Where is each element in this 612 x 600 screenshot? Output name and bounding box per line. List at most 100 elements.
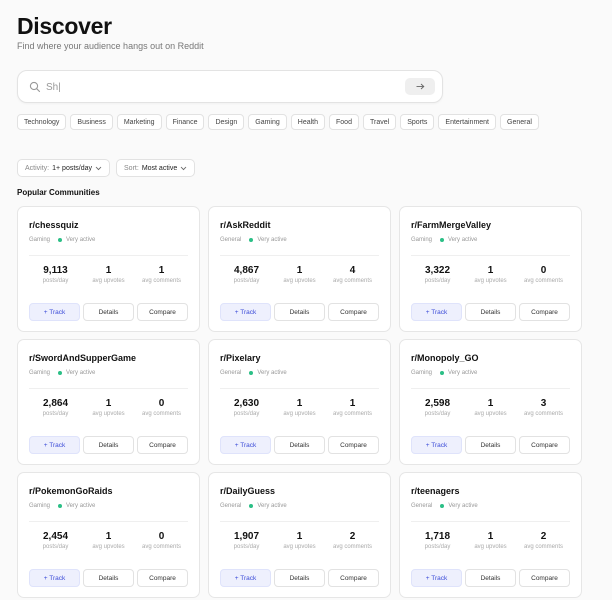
details-button[interactable]: Details (465, 303, 516, 321)
community-card: r/PokemonGoRaids Gaming Very active 2,454… (17, 472, 200, 598)
category-chip-sports[interactable]: Sports (400, 114, 435, 130)
category-chip-travel[interactable]: Travel (362, 114, 397, 130)
track-button[interactable]: + Track (29, 436, 80, 454)
compare-button[interactable]: Compare (328, 569, 379, 587)
category-chip-health[interactable]: Health (290, 114, 326, 130)
track-button[interactable]: + Track (411, 569, 462, 587)
avg-upvotes-label: avg upvotes (474, 411, 507, 417)
activity-dot-icon (249, 504, 254, 508)
compare-button[interactable]: Compare (519, 303, 570, 321)
search-bar (17, 70, 443, 103)
category-chip-entertainment[interactable]: Entertainment (438, 114, 497, 130)
compare-button[interactable]: Compare (328, 303, 379, 321)
compare-button[interactable]: Compare (519, 436, 570, 454)
community-card: r/chessquiz Gaming Very active 9,113 posts… (17, 206, 200, 332)
compare-button[interactable]: Compare (137, 436, 188, 454)
category-chip-general[interactable]: General (500, 114, 539, 130)
category-chip-business[interactable]: Business (70, 114, 113, 130)
avg-upvotes-value: 1 (105, 531, 112, 542)
details-button[interactable]: Details (83, 303, 134, 321)
posts-per-day-label: posts/day (42, 544, 69, 550)
sort-value: Most active (141, 164, 178, 172)
details-button[interactable]: Details (274, 569, 325, 587)
page-title: Discover (17, 13, 112, 39)
category-chip-marketing[interactable]: Marketing (116, 114, 162, 130)
details-button[interactable]: Details (274, 303, 325, 321)
chevron-down-icon (95, 166, 102, 170)
activity-filter-dropdown[interactable]: Activity: 1+ posts/day (17, 159, 111, 177)
details-button[interactable]: Details (83, 569, 134, 587)
avg-comments-value: 4 (349, 265, 356, 276)
community-name[interactable]: r/chessquiz (29, 220, 188, 230)
posts-per-day-value: 9,113 (43, 265, 68, 276)
compare-button[interactable]: Compare (328, 436, 379, 454)
activity-level: Very active (448, 370, 478, 376)
arrow-right-icon (416, 83, 424, 90)
community-name[interactable]: r/Pixelary (220, 353, 379, 363)
avg-comments-label: avg comments (523, 544, 563, 550)
community-category: General (220, 503, 242, 509)
community-category: Gaming (29, 503, 51, 509)
activity-filter-label: Activity: (25, 164, 50, 172)
avg-comments-label: avg comments (523, 411, 563, 417)
posts-per-day-label: posts/day (233, 544, 260, 550)
category-chip-design[interactable]: Design (208, 114, 245, 130)
track-button[interactable]: + Track (411, 303, 462, 321)
track-button[interactable]: + Track (220, 303, 271, 321)
search-submit-button[interactable] (405, 78, 435, 95)
avg-comments-value: 0 (158, 398, 165, 409)
track-button[interactable]: + Track (411, 436, 462, 454)
activity-dot-icon (58, 238, 63, 242)
avg-upvotes-label: avg upvotes (474, 544, 507, 550)
avg-upvotes-value: 1 (296, 398, 303, 409)
posts-per-day-value: 3,322 (424, 265, 451, 276)
community-name[interactable]: r/teenagers (411, 486, 570, 496)
community-name[interactable]: r/DailyGuess (220, 486, 379, 496)
posts-per-day-value: 2,454 (42, 531, 69, 542)
details-button[interactable]: Details (83, 436, 134, 454)
avg-comments-value: 3 (540, 398, 547, 409)
sort-dropdown[interactable]: Sort: Most active (116, 159, 196, 177)
avg-comments-label: avg comments (141, 411, 181, 417)
activity-dot-icon (58, 504, 63, 508)
page-subtitle: Find where your audience hangs out on Re… (17, 41, 204, 51)
community-category: General (411, 503, 433, 509)
posts-per-day-label: posts/day (424, 411, 451, 417)
track-button[interactable]: + Track (220, 569, 271, 587)
avg-comments-value: 1 (158, 265, 165, 276)
avg-upvotes-label: avg upvotes (283, 278, 316, 284)
avg-comments-value: 2 (349, 531, 356, 542)
category-chip-technology[interactable]: Technology (17, 114, 67, 130)
community-card: r/Monopoly_GO Gaming Very active 2,598 pos… (399, 339, 582, 465)
compare-button[interactable]: Compare (137, 303, 188, 321)
search-icon (29, 81, 41, 93)
compare-button[interactable]: Compare (519, 569, 570, 587)
community-name[interactable]: r/AskReddit (220, 220, 379, 230)
category-chip-gaming[interactable]: Gaming (248, 114, 287, 130)
community-name[interactable]: r/Monopoly_GO (411, 353, 570, 363)
track-button[interactable]: + Track (29, 569, 80, 587)
details-button[interactable]: Details (274, 436, 325, 454)
community-grid: r/chessquiz Gaming Very active 9,113 posts… (17, 206, 582, 598)
category-chip-finance[interactable]: Finance (165, 114, 205, 130)
track-button[interactable]: + Track (29, 303, 80, 321)
community-name[interactable]: r/SwordAndSupperGame (29, 353, 188, 363)
compare-button[interactable]: Compare (137, 569, 188, 587)
posts-per-day-value: 1,907 (233, 531, 260, 542)
posts-per-day-label: posts/day (424, 278, 451, 284)
activity-level: Very active (257, 370, 287, 376)
community-category: Gaming (29, 370, 51, 376)
community-name[interactable]: r/FarmMergeValley (411, 220, 570, 230)
activity-level: Very active (448, 237, 478, 243)
avg-upvotes-label: avg upvotes (92, 411, 125, 417)
avg-upvotes-label: avg upvotes (283, 411, 316, 417)
activity-dot-icon (58, 371, 63, 375)
avg-upvotes-value: 1 (296, 265, 303, 276)
details-button[interactable]: Details (465, 569, 516, 587)
search-input[interactable] (46, 78, 396, 96)
avg-upvotes-value: 1 (296, 531, 303, 542)
category-chip-food[interactable]: Food (329, 114, 359, 130)
details-button[interactable]: Details (465, 436, 516, 454)
track-button[interactable]: + Track (220, 436, 271, 454)
community-name[interactable]: r/PokemonGoRaids (29, 486, 188, 496)
